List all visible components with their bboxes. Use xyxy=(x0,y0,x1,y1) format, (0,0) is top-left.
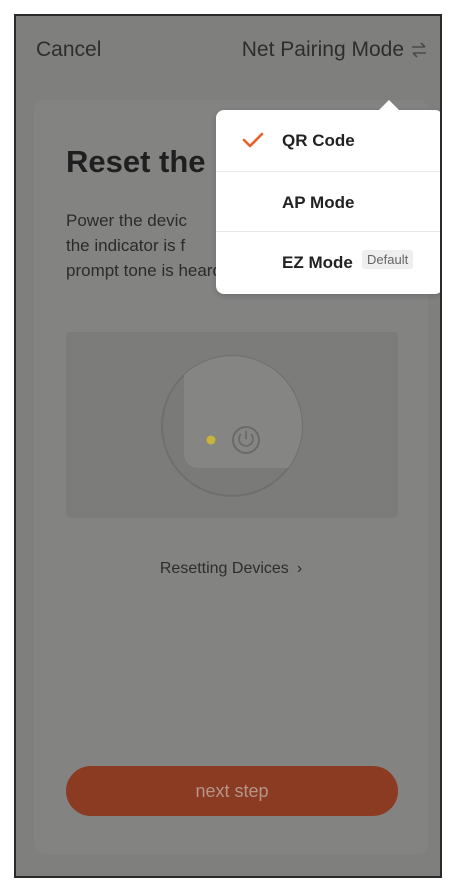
device-drawing xyxy=(161,355,303,497)
menu-item-label: AP Mode xyxy=(282,193,355,212)
menu-item-ez-mode[interactable]: EZ Mode Default xyxy=(216,231,440,291)
resetting-devices-link[interactable]: Resetting Devices › xyxy=(34,560,428,578)
phone-screen: Cancel Net Pairing Mode Reset the Power … xyxy=(14,14,442,878)
menu-item-label: QR Code xyxy=(282,131,355,150)
resetting-devices-label: Resetting Devices xyxy=(159,560,289,577)
next-step-button[interactable]: next step xyxy=(66,766,398,816)
device-illustration xyxy=(66,332,398,518)
page-title: Reset the xyxy=(66,144,206,179)
cancel-button[interactable]: Cancel xyxy=(36,38,101,62)
default-badge: Default xyxy=(362,250,414,269)
indicator-led xyxy=(206,435,216,445)
net-pairing-mode-button[interactable]: Net Pairing Mode xyxy=(242,38,404,62)
checkmark-icon xyxy=(242,132,264,148)
menu-item-label: EZ Mode xyxy=(282,253,353,272)
menu-item-qr-code[interactable]: QR Code xyxy=(216,110,440,170)
swap-arrows-icon[interactable] xyxy=(410,42,428,58)
top-bar: Cancel Net Pairing Mode xyxy=(16,16,440,86)
pairing-mode-menu: QR Code AP Mode EZ Mode Default xyxy=(216,100,440,294)
menu-caret xyxy=(379,100,399,110)
menu-item-ap-mode[interactable]: AP Mode xyxy=(216,171,440,231)
chevron-right-icon: › xyxy=(296,560,303,577)
